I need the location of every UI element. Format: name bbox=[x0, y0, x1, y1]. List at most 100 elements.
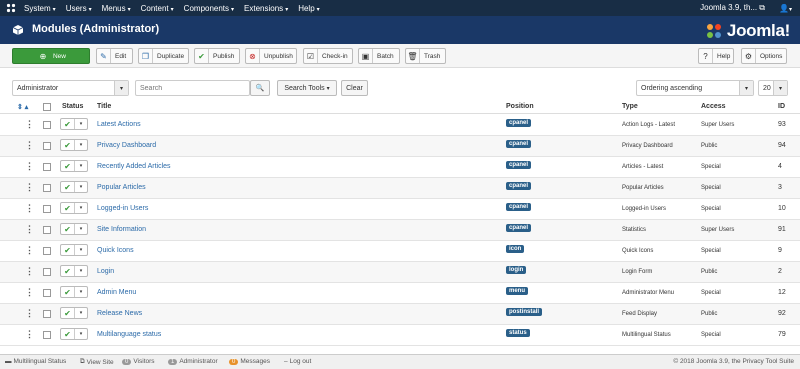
row-checkbox[interactable] bbox=[43, 226, 51, 234]
search-tools-button[interactable]: Search Tools ▾ bbox=[277, 80, 337, 96]
trash-button[interactable]: 🗑 Trash bbox=[405, 48, 446, 64]
drag-handle-icon[interactable]: ⋮ bbox=[25, 245, 34, 256]
module-title-link[interactable]: Login bbox=[97, 268, 114, 275]
drag-handle-icon[interactable]: ⋮ bbox=[25, 119, 34, 130]
drag-handle-icon[interactable]: ⋮ bbox=[25, 182, 34, 193]
status-toggle[interactable]: ✔ ▾ bbox=[60, 244, 88, 256]
publish-button[interactable]: ✔ Publish bbox=[194, 48, 240, 64]
row-checkbox[interactable] bbox=[43, 121, 51, 129]
menu-extensions[interactable]: Extensions ▾ bbox=[244, 4, 288, 13]
view-site-link[interactable]: ⧉ View Site bbox=[80, 358, 114, 366]
admin-indicator[interactable]: 1 Administrator bbox=[168, 358, 218, 365]
drag-handle-icon[interactable]: ⋮ bbox=[25, 266, 34, 277]
header-access[interactable]: Access bbox=[701, 103, 726, 110]
module-title-link[interactable]: Release News bbox=[97, 310, 142, 317]
search-button[interactable]: 🔍 bbox=[250, 80, 270, 96]
position-badge: status bbox=[506, 329, 530, 337]
row-checkbox[interactable] bbox=[43, 163, 51, 171]
row-checkbox[interactable] bbox=[43, 142, 51, 150]
caret-down-icon: ▾ bbox=[79, 289, 83, 295]
status-toggle[interactable]: ✔ ▾ bbox=[60, 265, 88, 277]
row-checkbox[interactable] bbox=[43, 268, 51, 276]
select-all-checkbox[interactable] bbox=[43, 103, 51, 111]
row-checkbox[interactable] bbox=[43, 310, 51, 318]
status-toggle[interactable]: ✔ ▾ bbox=[60, 181, 88, 193]
help-icon: ? bbox=[699, 49, 713, 63]
menu-help[interactable]: Help ▾ bbox=[298, 4, 319, 13]
ordering-select[interactable]: Ordering ascending ▾ bbox=[636, 80, 754, 96]
user-menu[interactable]: 👤▾ bbox=[779, 4, 792, 13]
client-select[interactable]: Administrator ▾ bbox=[12, 80, 129, 96]
header-type[interactable]: Type bbox=[622, 103, 638, 110]
module-title-link[interactable]: Privacy Dashboard bbox=[97, 142, 156, 149]
status-toggle[interactable]: ✔ ▾ bbox=[60, 286, 88, 298]
drag-handle-icon[interactable]: ⋮ bbox=[25, 287, 34, 298]
module-type: Popular Articles bbox=[622, 185, 664, 191]
clear-button[interactable]: Clear bbox=[341, 80, 368, 96]
module-title-link[interactable]: Recently Added Articles bbox=[97, 163, 171, 170]
logout-link[interactable]: – Log out bbox=[284, 358, 311, 365]
options-button[interactable]: ⚙ Options bbox=[741, 48, 787, 64]
header-id[interactable]: ID bbox=[778, 103, 785, 110]
limit-select[interactable]: 20 ▾ bbox=[758, 80, 788, 96]
duplicate-button[interactable]: ❐ Duplicate bbox=[138, 48, 189, 64]
status-toggle[interactable]: ✔ ▾ bbox=[60, 139, 88, 151]
checkin-button[interactable]: ☑ Check-in bbox=[303, 48, 353, 64]
menu-users[interactable]: Users ▾ bbox=[66, 4, 92, 13]
drag-handle-icon[interactable]: ⋮ bbox=[25, 308, 34, 319]
module-title-link[interactable]: Popular Articles bbox=[97, 184, 146, 191]
module-title-link[interactable]: Site Information bbox=[97, 226, 146, 233]
row-checkbox[interactable] bbox=[43, 205, 51, 213]
joomla-logo-icon[interactable] bbox=[6, 3, 16, 13]
visitors-indicator[interactable]: 0 Visitors bbox=[122, 358, 155, 365]
new-button[interactable]: ⊕ New bbox=[12, 48, 90, 64]
multilingual-status-link[interactable]: ▬ Multilingual Status bbox=[5, 358, 66, 365]
drag-handle-icon[interactable]: ⋮ bbox=[25, 329, 34, 340]
status-toggle[interactable]: ✔ ▾ bbox=[60, 307, 88, 319]
help-button[interactable]: ? Help bbox=[698, 48, 734, 64]
module-id: 2 bbox=[778, 268, 782, 275]
module-title-link[interactable]: Latest Actions bbox=[97, 121, 141, 128]
row-checkbox[interactable] bbox=[43, 289, 51, 297]
drag-handle-icon[interactable]: ⋮ bbox=[25, 224, 34, 235]
status-toggle[interactable]: ✔ ▾ bbox=[60, 160, 88, 172]
check-icon: ✔ bbox=[61, 308, 75, 318]
status-toggle[interactable]: ✔ ▾ bbox=[60, 223, 88, 235]
drag-handle-icon[interactable]: ⋮ bbox=[25, 203, 34, 214]
module-title-link[interactable]: Logged-in Users bbox=[97, 205, 148, 212]
module-access: Public bbox=[701, 311, 718, 317]
unpublish-button[interactable]: ⊗ Unpublish bbox=[245, 48, 297, 64]
module-title-link[interactable]: Quick Icons bbox=[97, 247, 134, 254]
messages-indicator[interactable]: 0 Messages bbox=[229, 358, 270, 365]
site-link[interactable]: Joomla 3.9, th... ⧉ bbox=[700, 3, 765, 13]
table-row: ⋮ ✔ ▾ Login login Login Form Public 2 bbox=[0, 262, 800, 283]
row-checkbox[interactable] bbox=[43, 184, 51, 192]
table-row: ⋮ ✔ ▾ Latest Actions cpanel Action Logs -… bbox=[0, 115, 800, 136]
edit-button[interactable]: ✎ Edit bbox=[96, 48, 133, 64]
ordering-sort-icon[interactable]: ⇕ ▴ bbox=[17, 103, 28, 111]
external-link-icon: ⧉ bbox=[759, 3, 766, 12]
menu-menus[interactable]: Menus ▾ bbox=[102, 4, 131, 13]
status-toggle[interactable]: ✔ ▾ bbox=[60, 202, 88, 214]
module-access: Public bbox=[701, 143, 718, 149]
menu-content[interactable]: Content ▾ bbox=[141, 4, 174, 13]
search-input[interactable] bbox=[135, 80, 250, 96]
batch-button[interactable]: ▣ Batch bbox=[358, 48, 400, 64]
row-checkbox[interactable] bbox=[43, 331, 51, 339]
header-position[interactable]: Position bbox=[506, 103, 534, 110]
header-title[interactable]: Title bbox=[97, 103, 111, 110]
page-header: Modules (Administrator) Joomla! bbox=[0, 16, 800, 44]
module-id: 4 bbox=[778, 163, 782, 170]
status-toggle[interactable]: ✔ ▾ bbox=[60, 118, 88, 130]
row-checkbox[interactable] bbox=[43, 247, 51, 255]
status-toggle[interactable]: ✔ ▾ bbox=[60, 328, 88, 340]
menu-system[interactable]: System ▾ bbox=[24, 4, 56, 13]
module-title-link[interactable]: Multilanguage status bbox=[97, 331, 161, 338]
menu-components[interactable]: Components ▾ bbox=[184, 4, 234, 13]
drag-handle-icon[interactable]: ⋮ bbox=[25, 161, 34, 172]
module-title-link[interactable]: Admin Menu bbox=[97, 289, 136, 296]
drag-handle-icon[interactable]: ⋮ bbox=[25, 140, 34, 151]
header-status[interactable]: Status bbox=[62, 103, 83, 110]
table-row: ⋮ ✔ ▾ Site Information cpanel Statistics … bbox=[0, 220, 800, 241]
trash-icon: 🗑 bbox=[406, 49, 420, 63]
